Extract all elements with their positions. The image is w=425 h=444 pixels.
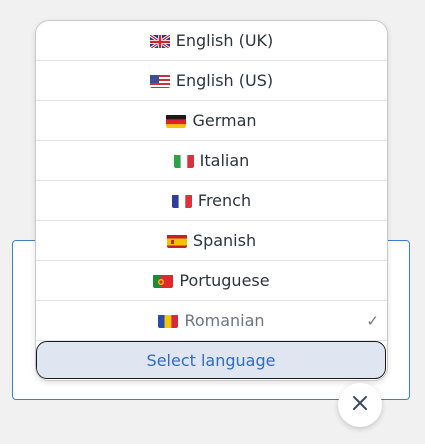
language-label: Romanian	[184, 311, 265, 330]
language-dropdown: English (UK) English (US) German Italian…	[35, 20, 388, 381]
select-language-button[interactable]: Select language	[36, 341, 386, 379]
es-flag-icon	[166, 234, 187, 248]
select-language-label: Select language	[146, 350, 276, 370]
us-flag-icon	[149, 74, 170, 88]
language-option-english-uk[interactable]: English (UK)	[36, 21, 387, 61]
close-icon	[352, 395, 368, 415]
language-label: English (UK)	[175, 31, 274, 50]
language-option-romanian[interactable]: Romanian ✓	[36, 301, 387, 341]
check-icon: ✓	[366, 312, 379, 330]
language-option-italian[interactable]: Italian	[36, 141, 387, 181]
language-label: Portuguese	[179, 271, 270, 290]
language-label: French	[197, 191, 252, 210]
language-option-german[interactable]: German	[36, 101, 387, 141]
language-option-spanish[interactable]: Spanish	[36, 221, 387, 261]
language-picker-screen: English (UK) English (US) German Italian…	[0, 0, 425, 444]
language-label: Italian	[199, 151, 250, 170]
language-option-english-us[interactable]: English (US)	[36, 61, 387, 101]
ro-flag-icon	[158, 314, 179, 328]
language-label: Spanish	[192, 231, 257, 250]
it-flag-icon	[173, 154, 194, 168]
language-label: German	[192, 111, 257, 130]
language-label: English (US)	[175, 71, 274, 90]
language-option-french[interactable]: French	[36, 181, 387, 221]
language-option-portuguese[interactable]: Portuguese	[36, 261, 387, 301]
gb-flag-icon	[149, 33, 170, 48]
close-button[interactable]	[338, 383, 382, 427]
de-flag-icon	[166, 114, 187, 128]
pt-flag-icon	[153, 274, 174, 288]
fr-flag-icon	[171, 194, 192, 208]
